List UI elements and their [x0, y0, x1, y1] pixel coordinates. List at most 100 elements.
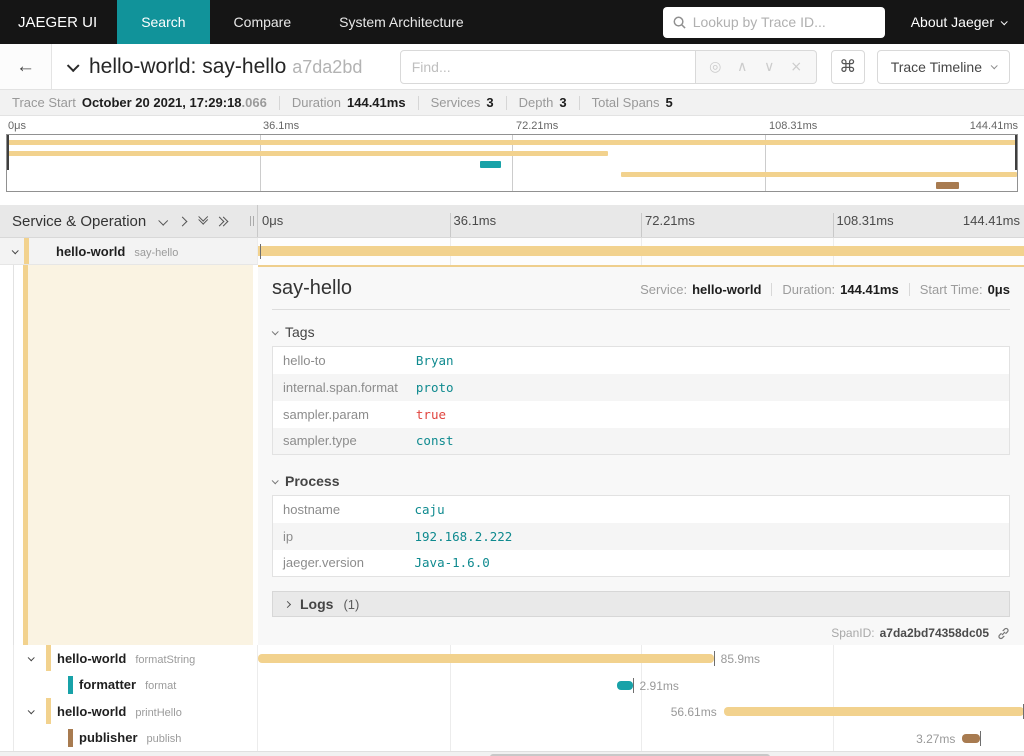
double-chevron-right-icon[interactable]	[214, 216, 229, 226]
span-name-cell-formatString[interactable]: hello-world formatString	[0, 645, 257, 671]
summary-duration: Duration 144.41ms	[292, 95, 406, 110]
process-section-header[interactable]: Process	[271, 469, 1010, 493]
span-name-cell-format[interactable]: formatter format	[0, 672, 257, 698]
summary-label: Depth	[518, 95, 554, 110]
app-logo[interactable]: JAEGER UI	[0, 0, 117, 44]
tree-guide-line	[13, 265, 14, 645]
kv-value: const	[415, 433, 454, 449]
span-duration-label: 2.91ms	[639, 678, 679, 693]
match-indicator-icon[interactable]: ◎	[702, 59, 729, 75]
collapse-trace-chevron-icon[interactable]	[66, 59, 80, 73]
trace-view-selector[interactable]: Trace Timeline	[876, 49, 1010, 84]
span-bar-cell[interactable]	[258, 238, 1024, 265]
timeline-tick-label: 108.31ms	[836, 213, 894, 228]
process-title: Process	[285, 473, 340, 489]
deep-link-icon[interactable]	[997, 627, 1010, 640]
span-toggle-chevron[interactable]	[27, 653, 35, 661]
span-service-name[interactable]: hello-world formatString	[57, 651, 195, 666]
span-name-cell-publish[interactable]: publisher publish	[0, 725, 257, 751]
selected-span-highlight	[28, 265, 253, 645]
span-service-name[interactable]: formatter format	[79, 677, 176, 692]
logs-title: Logs	[300, 596, 334, 612]
span-name-cell-printHello[interactable]: hello-world printHello	[0, 698, 257, 724]
next-result-icon[interactable]: ∨	[756, 59, 783, 75]
expand-one-icon[interactable]	[177, 216, 188, 226]
span-duration-bar[interactable]	[258, 654, 714, 663]
detail-meta-item: Start Time: 0μs	[920, 282, 1010, 297]
kv-row-internal.span.format: internal.span.format proto	[272, 373, 1010, 401]
trace-lookup-box	[662, 6, 885, 38]
span-row-say-hello[interactable]: hello-world say-hello	[0, 238, 1024, 265]
about-jaeger-menu[interactable]: About Jaeger	[903, 0, 1024, 44]
viewport-handle-right[interactable]	[1015, 135, 1017, 170]
summary-value: October 20 2021, 17:29:18	[81, 95, 242, 110]
search-icon	[673, 16, 686, 29]
span-toggle-chevron[interactable]	[11, 246, 19, 254]
span-end-tick	[979, 730, 981, 746]
trace-lookup-input[interactable]	[692, 14, 875, 30]
timeline-header: Service & Operation 0μs 36.1ms 72.21ms 108.…	[0, 205, 1024, 238]
span-bar-cell-format[interactable]: 2.91ms	[258, 672, 1024, 698]
span-duration-bar[interactable]	[617, 680, 633, 690]
kv-row-sampler.param: sampler.param true	[273, 401, 1010, 428]
span-service-name[interactable]: hello-world say-hello	[56, 244, 178, 259]
span-duration-bar[interactable]	[258, 246, 1024, 256]
double-chevron-down-icon[interactable]	[198, 211, 209, 225]
span-duration-bar[interactable]	[962, 733, 980, 743]
column-resize-grip[interactable]	[250, 216, 254, 226]
span-duration-label: 85.9ms	[720, 652, 760, 666]
service-operation-header: Service & Operation	[0, 205, 258, 237]
prev-result-icon[interactable]: ∧	[729, 59, 756, 75]
timeline-minimap: 0μs 36.1ms 72.21ms 108.31ms 144.41ms	[0, 116, 1024, 200]
meta-value: 144.41ms	[840, 282, 899, 297]
chevron-right-icon	[283, 600, 292, 608]
timeline-tick-label: 144.41ms	[962, 213, 1020, 228]
collapse-all-icon[interactable]	[158, 215, 169, 226]
span-service-name[interactable]: publisher publish	[79, 730, 181, 745]
main-nav: Search Compare System Architecture	[117, 0, 487, 44]
summary-trace-start: Trace Start October 20 2021, 17:29:18.066	[12, 95, 267, 110]
span-duration-bar[interactable]	[723, 707, 1024, 716]
detail-meta-item: Service: hello-world	[640, 282, 761, 297]
kv-value: true	[415, 406, 447, 422]
span-operation-name: format	[145, 680, 177, 692]
kv-value: caju	[414, 501, 445, 517]
minimap-canvas[interactable]	[6, 134, 1018, 192]
back-button[interactable]: ←	[0, 44, 52, 89]
span-color-strip	[46, 645, 51, 671]
tags-section-header[interactable]: Tags	[271, 320, 1010, 344]
process-table: hostname caju ip 192.168.2.222 jaeger.versio…	[272, 495, 1010, 577]
viewport-handle-left[interactable]	[7, 135, 9, 170]
span-service-name[interactable]: hello-world printHello	[57, 704, 182, 719]
chevron-down-icon	[1000, 17, 1008, 25]
nav-tab-system-architecture[interactable]: System Architecture	[315, 0, 488, 44]
keyboard-shortcuts-button[interactable]: ⌘	[830, 49, 865, 84]
span-bar-cell-publish[interactable]: 3.27ms	[258, 725, 1024, 751]
find-input[interactable]	[399, 49, 696, 84]
summary-separator	[417, 95, 419, 110]
kv-key: ip	[283, 528, 294, 544]
trace-toolbar: ← hello-world: say-helloa7da2bd ◎∧∨× ⌘ T…	[0, 44, 1024, 90]
nav-tab-search[interactable]: Search	[117, 0, 210, 44]
span-bar-cell-printHello[interactable]: 56.61ms	[258, 698, 1024, 724]
span-bar-cell-formatString[interactable]: 85.9ms	[258, 645, 1024, 671]
logs-count: (1)	[343, 596, 360, 612]
span-toggle-chevron[interactable]	[27, 706, 35, 714]
jaeger-trace-page: JAEGER UI Search Compare System Architectu…	[0, 0, 1024, 756]
clear-find-icon[interactable]: ×	[783, 59, 810, 75]
span-rows-bottom: hello-world formatString formatter format he…	[0, 645, 1024, 751]
minimap-span-format	[480, 161, 501, 168]
kv-key: hello-to	[283, 352, 326, 368]
detail-header: say-hello Service: hello-world Duration: 14…	[272, 277, 1010, 300]
horizontal-scrollbar[interactable]	[0, 751, 1024, 756]
minimap-span-formatString	[7, 150, 608, 156]
minimap-span-printHello	[621, 171, 1017, 177]
logs-section-header[interactable]: Logs (1)	[272, 591, 1010, 617]
span-color-strip	[24, 238, 29, 264]
timeline-gridline	[832, 213, 834, 237]
detail-operation-title: say-hello	[272, 277, 353, 299]
minimap-tick-label: 144.41ms	[969, 120, 1018, 132]
nav-tab-compare[interactable]: Compare	[210, 0, 316, 44]
kv-value: Java-1.6.0	[414, 555, 490, 571]
span-name-cell[interactable]: hello-world say-hello	[0, 238, 258, 265]
